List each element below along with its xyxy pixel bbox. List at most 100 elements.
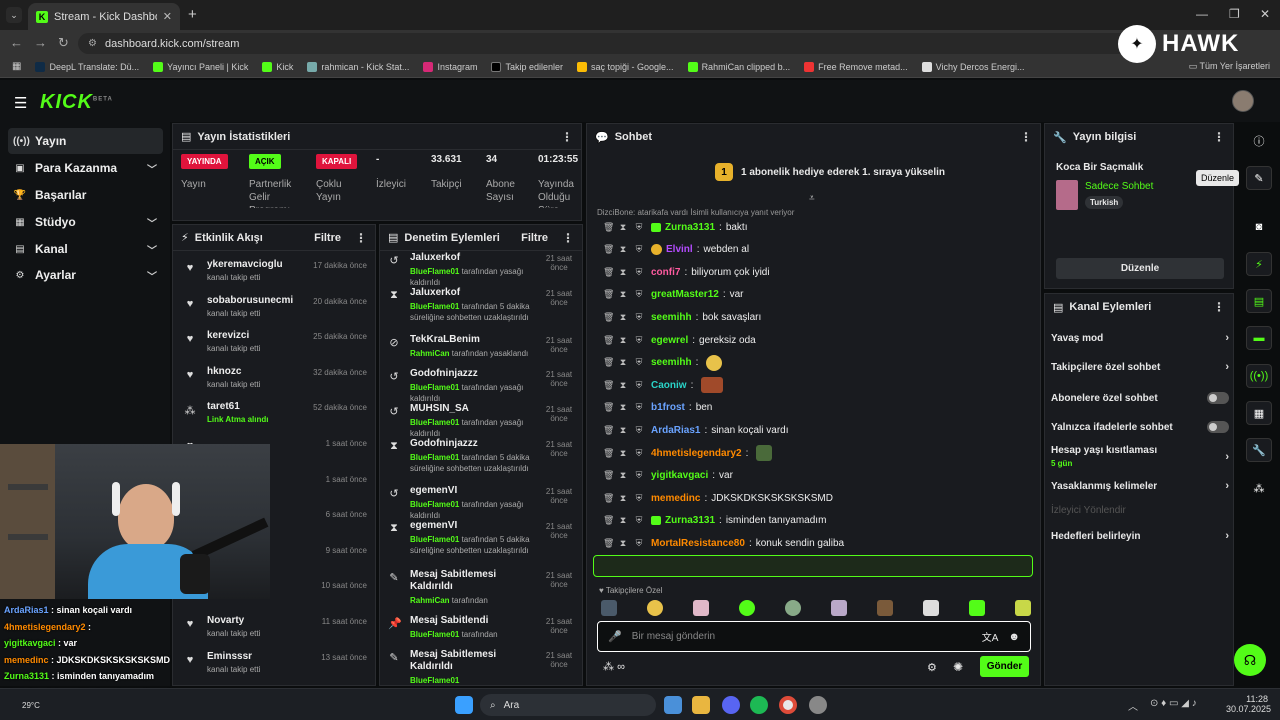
support-headset-icon[interactable]: ☊ — [1234, 644, 1266, 676]
chat-username[interactable]: greatMaster12 — [651, 289, 719, 300]
moderation-item[interactable]: ✎ Mesaj Sabitlemesi Kaldırıldı BlueFlame… — [380, 649, 582, 685]
ban-shield-icon[interactable]: ⛨ — [635, 380, 643, 391]
timeout-icon[interactable]: ⧗ — [619, 289, 627, 300]
emote-icon[interactable] — [785, 600, 801, 616]
info-icon[interactable]: ⓘ — [1246, 129, 1272, 153]
chat-username[interactable]: egewrel — [651, 335, 688, 346]
delete-message-icon[interactable]: 🗑 — [603, 357, 614, 368]
chat-message[interactable]: 🗑 ⧗ ⛨ yigitkavgaci: var — [603, 466, 733, 486]
emote-icon[interactable] — [739, 600, 755, 616]
site-info-icon[interactable]: ⚙ — [88, 38, 97, 49]
channel-action-item[interactable]: Abonelere özel sohbet — [1051, 392, 1229, 404]
chat-input-box[interactable]: 🎤 Bir mesaj gönderin 文A ☻ — [597, 621, 1031, 652]
delete-message-icon[interactable]: 🗑 — [603, 538, 614, 549]
ban-shield-icon[interactable]: ⛨ — [635, 448, 643, 459]
bookmark-item[interactable]: saç topiği - Google... — [577, 61, 674, 72]
activity-item[interactable]: ♥ sobaborusunecmi kanalı takip etti 20 d… — [173, 288, 375, 324]
moderation-item[interactable]: ⊘ TekKraLBenim RahmiCan tarafından yasak… — [380, 334, 582, 359]
timeout-icon[interactable]: ⧗ — [619, 244, 627, 255]
timeout-icon[interactable]: ⧗ — [619, 448, 627, 459]
timeout-icon[interactable]: ⧗ — [619, 357, 627, 368]
layout-icon[interactable]: ▦ — [1246, 401, 1272, 425]
more-options-icon[interactable]: ⋮ — [561, 130, 573, 144]
delete-message-icon[interactable]: 🗑 — [603, 515, 614, 526]
emoji-icon[interactable]: ☻ — [1008, 631, 1020, 643]
timeout-icon[interactable]: ⧗ — [619, 312, 627, 323]
timeout-icon[interactable]: ⧗ — [619, 335, 627, 346]
moderation-item[interactable]: ⧗ Jaluxerkof BlueFlame01 tarafından 5 da… — [380, 287, 582, 323]
moderator-name[interactable]: BlueFlame01 — [410, 267, 459, 276]
emote-icon[interactable] — [706, 354, 723, 371]
new-tab-button[interactable]: + — [188, 6, 197, 23]
sidebar-item-kanal[interactable]: ▤ Kanal ﹀ — [8, 236, 163, 262]
channel-action-item[interactable]: Hedefleri belirleyin › — [1051, 530, 1229, 542]
activity-filter-button[interactable]: Filtre — [314, 232, 341, 244]
bookmark-item[interactable]: RahmiCan clipped b... — [687, 61, 790, 72]
more-options-icon[interactable]: ⋮ — [1213, 130, 1225, 144]
delete-message-icon[interactable]: 🗑 — [603, 380, 614, 391]
spotify-icon[interactable] — [750, 696, 768, 714]
chrome-icon[interactable] — [779, 696, 797, 714]
stream-category[interactable]: Sadece Sohbet — [1085, 181, 1153, 192]
chat-username[interactable]: MortalResistance80 — [651, 538, 745, 549]
community-icon[interactable]: ⁂ — [1246, 476, 1272, 500]
chat-settings-icon[interactable]: ⚙ — [927, 661, 937, 674]
ban-shield-icon[interactable]: ⛨ — [635, 222, 643, 233]
moderator-name[interactable]: RahmiCan — [410, 349, 450, 358]
chat-username[interactable]: seemihh — [651, 357, 692, 368]
timeout-icon[interactable]: ⧗ — [619, 515, 627, 526]
emote-icon[interactable] — [877, 600, 893, 616]
channel-action-item[interactable]: Hesap yaşı kısıtlaması 5 gün › — [1051, 445, 1229, 468]
more-options-icon[interactable]: ⋮ — [1213, 300, 1225, 314]
moderator-name[interactable]: BlueFlame01 — [410, 453, 459, 462]
chat-message[interactable]: 🗑 ⧗ ⛨ seemihh: — [603, 353, 723, 373]
menu-icon[interactable]: ☰ — [14, 94, 27, 112]
chat-message[interactable]: 🗑 ⧗ ⛨ b1frost: ben — [603, 398, 712, 418]
more-options-icon[interactable]: ⋮ — [1020, 130, 1032, 144]
more-options-icon[interactable]: ⋮ — [562, 231, 574, 245]
sidebar-item-para-kazanma[interactable]: ▣ Para Kazanma ﹀ — [8, 155, 163, 181]
bookmark-item[interactable]: Yayıncı Paneli | Kick — [153, 61, 248, 72]
timeout-icon[interactable]: ⧗ — [619, 470, 627, 481]
close-window-button[interactable]: ✕ — [1260, 7, 1270, 21]
emote-icon[interactable] — [756, 445, 773, 461]
delete-message-icon[interactable]: 🗑 — [603, 289, 614, 300]
moderator-name[interactable]: BlueFlame01 — [410, 676, 459, 685]
emote-icon[interactable] — [693, 600, 709, 616]
reload-button[interactable]: ↻ — [58, 35, 69, 51]
chat-username[interactable]: 4hmetislegendary2 — [651, 448, 742, 459]
sidebar-item-yayin[interactable]: ((•)) Yayın — [8, 128, 163, 154]
ban-shield-icon[interactable]: ⛨ — [635, 493, 643, 504]
url-input[interactable]: ⚙ dashboard.kick.com/stream — [78, 33, 1138, 54]
moderation-item[interactable]: ⧗ egemenVI BlueFlame01 tarafından 5 daki… — [380, 520, 582, 556]
ban-shield-icon[interactable]: ⛨ — [635, 425, 643, 436]
discord-icon[interactable] — [722, 696, 740, 714]
bookmark-item[interactable]: Instagram — [423, 61, 477, 72]
forward-button[interactable]: → — [34, 35, 47, 50]
steam-icon[interactable] — [664, 696, 682, 714]
activity-item[interactable]: ⁂ taret61 Link Atma alındı 52 dakika önc… — [173, 394, 375, 430]
toggle-switch[interactable] — [1207, 392, 1229, 404]
moderator-name[interactable]: BlueFlame01 — [410, 302, 459, 311]
activity-item[interactable]: ♥ kerevizci kanalı takip etti 25 dakika … — [173, 323, 375, 359]
moderator-name[interactable]: BlueFlame01 — [410, 418, 459, 427]
edit-stream-button[interactable]: Düzenle — [1056, 258, 1224, 279]
chat-username[interactable]: Caoniw — [651, 380, 687, 391]
wrench-rail-icon[interactable]: 🔧 — [1246, 438, 1272, 462]
channel-action-item[interactable]: Yasaklanmış kelimeler › — [1051, 480, 1229, 492]
timeout-icon[interactable]: ⧗ — [619, 380, 627, 391]
ban-shield-icon[interactable]: ⛨ — [635, 244, 643, 255]
tab-search-button[interactable]: ⌄ — [6, 7, 22, 23]
microphone-icon[interactable]: 🎤 — [608, 630, 622, 643]
emote-icon[interactable] — [701, 377, 724, 394]
activity-item[interactable]: ♥ Novarty kanalı takip etti 11 saat önce — [173, 608, 375, 644]
avatar[interactable] — [1232, 90, 1254, 112]
delete-message-icon[interactable]: 🗑 — [603, 335, 614, 346]
chat-username[interactable]: Zurna3131 — [665, 222, 715, 233]
ban-shield-icon[interactable]: ⛨ — [635, 289, 643, 300]
moderation-item[interactable]: ↺ Godofninjazzz BlueFlame01 tarafından y… — [380, 368, 582, 404]
sidebar-item-studyo[interactable]: ▦ Stüdyo ﹀ — [8, 209, 163, 235]
emote-icon[interactable] — [831, 600, 847, 616]
chat-message[interactable]: 🗑 ⧗ ⛨ Zurna3131: isminden tanıyamadım — [603, 511, 826, 531]
moderation-filter-button[interactable]: Filtre — [521, 232, 548, 244]
